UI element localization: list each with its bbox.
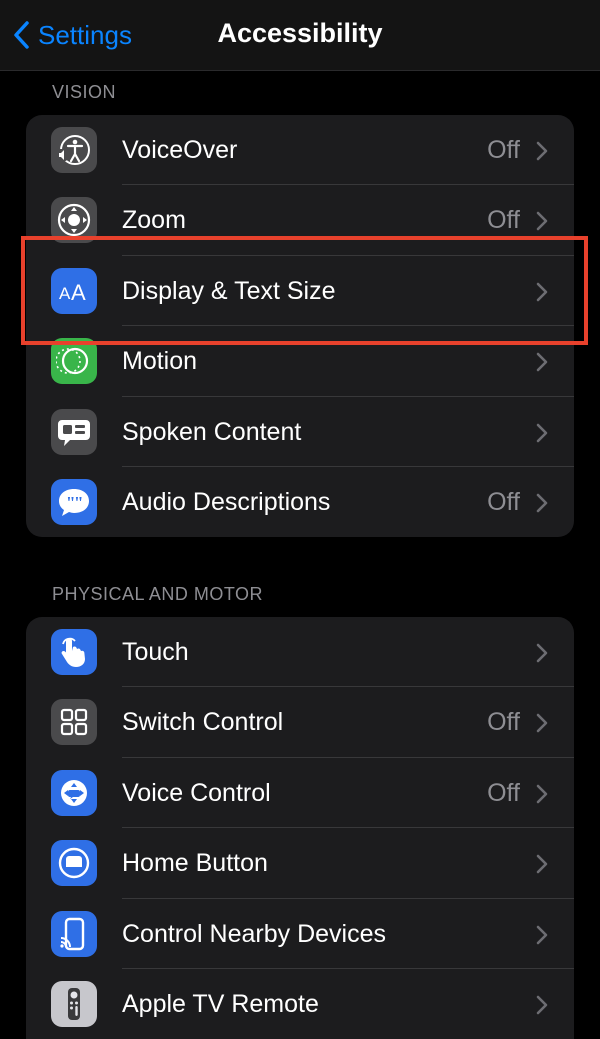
chevron-right-icon — [536, 423, 548, 448]
section-header-physical-motor: PHYSICAL AND MOTOR — [52, 584, 264, 604]
row-label: Home Button — [122, 849, 268, 878]
nearby-devices-icon — [51, 910, 97, 957]
row-value: Off — [487, 778, 520, 807]
svg-text:A: A — [71, 280, 86, 305]
switch-control-icon — [51, 699, 97, 746]
chevron-right-icon — [536, 925, 548, 950]
tv-remote-icon — [51, 980, 97, 1027]
chevron-right-icon — [536, 713, 548, 738]
chevron-right-icon — [536, 141, 548, 166]
row-zoom[interactable]: Zoom Off — [26, 185, 574, 256]
voiceover-icon — [51, 127, 97, 173]
chevron-right-icon — [536, 282, 548, 307]
physical-motor-group: Touch Switch Control Off Voice Control O… — [26, 617, 574, 1039]
row-motion[interactable]: Motion — [26, 326, 574, 397]
chevron-right-icon — [536, 352, 548, 377]
row-label: Zoom — [122, 206, 186, 235]
row-label: Motion — [122, 347, 198, 376]
text-size-icon: A A — [51, 267, 97, 314]
row-label: Switch Control — [122, 708, 284, 737]
chevron-right-icon — [536, 493, 548, 518]
page-title: Accessibility — [217, 18, 383, 48]
chevron-right-icon — [536, 854, 548, 879]
row-voiceover[interactable]: VoiceOver Off — [26, 115, 574, 186]
zoom-icon — [51, 197, 97, 244]
chevron-right-icon — [536, 211, 548, 236]
chevron-right-icon — [536, 643, 548, 668]
row-label: Touch — [122, 638, 189, 666]
spoken-content-icon — [51, 408, 97, 455]
row-apple-tv-remote[interactable]: Apple TV Remote — [26, 969, 574, 1039]
row-label: Apple TV Remote — [122, 989, 319, 1018]
row-label: VoiceOver — [122, 136, 238, 164]
vision-group: VoiceOver Off Zoom Off A A Display & Tex… — [26, 115, 574, 538]
voice-control-icon — [51, 769, 97, 816]
row-value: Off — [487, 206, 520, 235]
svg-text:": " — [74, 493, 83, 512]
row-label: Control Nearby Devices — [122, 919, 386, 948]
row-control-nearby-devices[interactable]: Control Nearby Devices — [26, 899, 574, 969]
row-home-button[interactable]: Home Button — [26, 828, 574, 899]
row-value: Off — [487, 708, 520, 737]
svg-text:A: A — [59, 284, 71, 303]
section-header-vision: VISION — [52, 82, 117, 102]
row-touch[interactable]: Touch — [26, 617, 574, 688]
row-label: Audio Descriptions — [122, 487, 331, 516]
home-button-icon — [51, 840, 97, 887]
motion-icon — [51, 338, 97, 385]
touch-icon — [51, 629, 97, 675]
row-label: Display & Text Size — [122, 276, 336, 305]
row-display-text-size[interactable]: A A Display & Text Size — [26, 256, 574, 327]
row-audio-descriptions[interactable]: " " Audio Descriptions Off — [26, 467, 574, 537]
row-spoken-content[interactable]: Spoken Content — [26, 397, 574, 467]
row-value: Off — [487, 136, 520, 164]
audio-descriptions-icon: " " — [51, 478, 97, 525]
row-voice-control[interactable]: Voice Control Off — [26, 758, 574, 829]
chevron-right-icon — [536, 995, 548, 1020]
row-label: Voice Control — [122, 778, 271, 807]
navigation-bar: Settings Accessibility — [0, 0, 600, 71]
row-value: Off — [487, 487, 520, 516]
row-switch-control[interactable]: Switch Control Off — [26, 687, 574, 758]
chevron-right-icon — [536, 784, 548, 809]
row-label: Spoken Content — [122, 417, 302, 446]
